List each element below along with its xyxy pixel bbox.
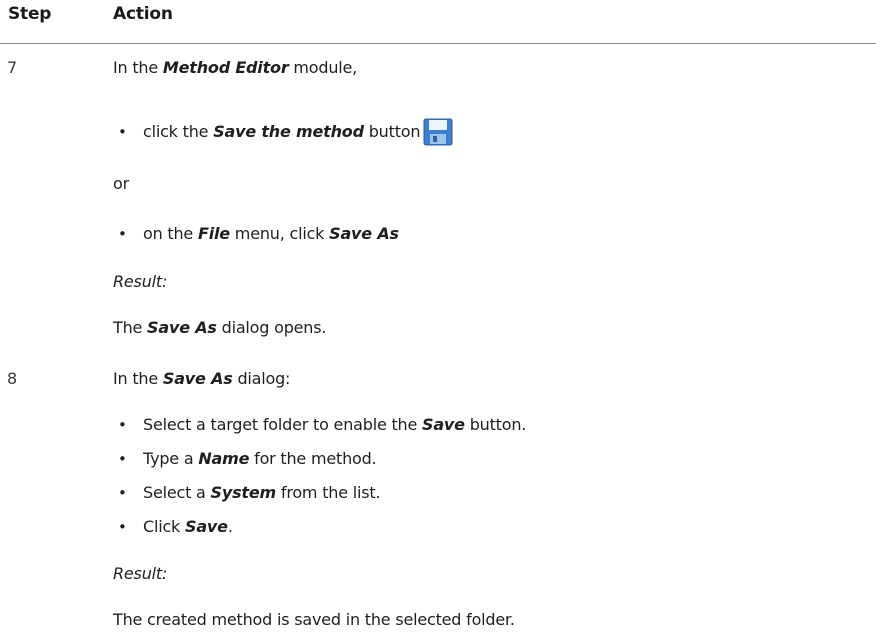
step-intro: In the Method Editor module,	[113, 58, 358, 77]
header-step: Step	[8, 4, 52, 24]
step-number: 7	[7, 58, 17, 77]
result-text: The created method is saved in the selec…	[113, 610, 515, 629]
step-intro: In the Save As dialog:	[113, 369, 291, 388]
bullet-item: Select a target folder to enable the Sav…	[118, 415, 526, 434]
result-text: The Save As dialog opens.	[113, 318, 327, 337]
bullet-item: click the Save the method button	[118, 118, 453, 150]
or-text: or	[113, 174, 129, 193]
step-number: 8	[7, 369, 17, 388]
bullet-item: on the File menu, click Save As	[118, 224, 399, 243]
bullet-item: Select a System from the list.	[118, 483, 381, 502]
floppy-disk-icon	[423, 118, 453, 150]
header-rule	[0, 43, 876, 44]
result-label: Result:	[113, 564, 168, 583]
result-label: Result:	[113, 272, 168, 291]
bullet-item: Click Save.	[118, 517, 233, 536]
bullet-item: Type a Name for the method.	[118, 449, 377, 468]
header-action: Action	[113, 4, 173, 24]
